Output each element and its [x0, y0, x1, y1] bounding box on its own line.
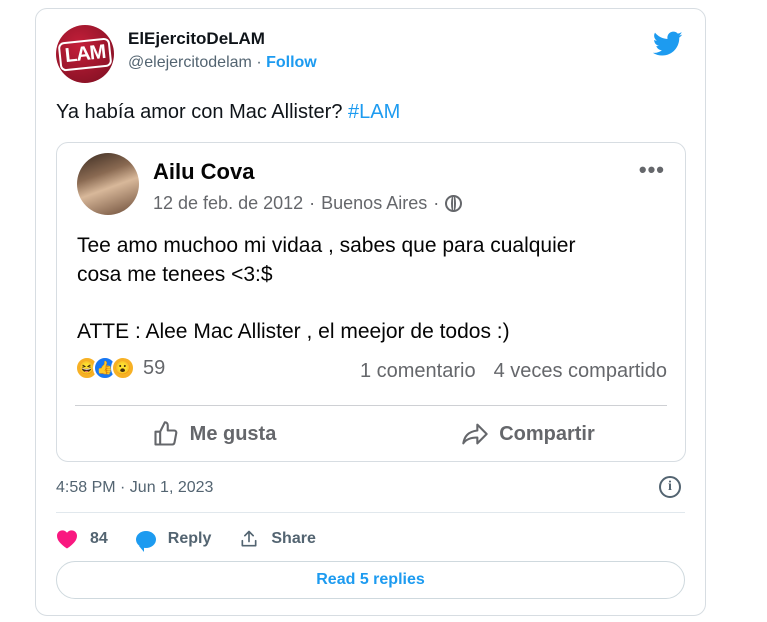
hashtag-link[interactable]: #LAM: [348, 101, 400, 123]
info-icon[interactable]: i: [659, 476, 681, 498]
share-count[interactable]: 4 veces compartido: [494, 360, 667, 383]
tweet-timestamp[interactable]: 4:58 PM · Jun 1, 2023: [56, 479, 213, 497]
author-name[interactable]: ElEjercitoDeLAM: [128, 29, 265, 49]
fb-action-bar: Me gusta Compartir: [57, 405, 685, 463]
fb-post-stats: 1 comentario 4 veces compartido: [360, 360, 667, 383]
like-count: 84: [90, 530, 108, 547]
twitter-bird-icon[interactable]: [653, 31, 683, 57]
wow-icon: 😮: [111, 356, 135, 380]
follow-button[interactable]: Follow: [266, 54, 317, 71]
handle-separator: ·: [256, 54, 262, 71]
divider: [56, 512, 685, 513]
tweet-action-bar: 84 Reply Share: [56, 524, 316, 554]
share-button[interactable]: Share: [239, 529, 316, 549]
meta-separator: ·: [433, 193, 440, 213]
avatar-logo-text: LAM: [57, 36, 113, 72]
embedded-facebook-post: Ailu Cova 12 de feb. de 2012 · Buenos Ai…: [56, 142, 686, 462]
meta-separator: ·: [309, 193, 316, 213]
fb-post-message: Tee amo muchoo mi vidaa , sabes que para…: [77, 234, 576, 286]
reply-bubble-icon: [135, 530, 156, 552]
read-replies-button[interactable]: Read 5 replies: [56, 561, 685, 599]
thumbs-up-icon: [154, 421, 178, 446]
fb-post-body: Tee amo muchoo mi vidaa , sabes que para…: [77, 231, 677, 346]
share-arrow-icon: [462, 423, 488, 445]
globe-icon: [445, 195, 463, 212]
fb-post-date[interactable]: 12 de feb. de 2012: [153, 193, 303, 214]
like-button[interactable]: 84: [56, 529, 108, 549]
fb-post-location: Buenos Aires: [321, 193, 428, 213]
author-handle-line: @elejercitodelam · Follow: [128, 54, 317, 72]
reply-button[interactable]: Reply: [135, 530, 212, 552]
upload-share-icon: [241, 530, 257, 547]
fb-post-meta: 12 de feb. de 2012 · Buenos Aires ·: [153, 193, 463, 214]
author-avatar[interactable]: LAM: [56, 25, 114, 83]
fb-post-signature: ATTE : Alee Mac Allister , el meejor de …: [77, 320, 510, 343]
fb-share-button[interactable]: Compartir: [371, 405, 685, 463]
reply-label: Reply: [167, 530, 212, 547]
fb-like-label: Me gusta: [189, 422, 277, 445]
tweet-body: Ya había amor con Mac Allister?: [56, 101, 348, 123]
fb-reactions[interactable]: 😆 👍 😮 59: [75, 356, 165, 380]
more-options-icon[interactable]: •••: [639, 157, 665, 183]
tweet-card: LAM ElEjercitoDeLAM @elejercitodelam · F…: [35, 8, 706, 616]
fb-like-button[interactable]: Me gusta: [57, 405, 371, 463]
heart-icon: [57, 530, 77, 549]
tweet-header: LAM ElEjercitoDeLAM @elejercitodelam · F…: [56, 23, 685, 83]
fb-author-name[interactable]: Ailu Cova: [153, 159, 254, 185]
author-handle[interactable]: @elejercitodelam: [128, 54, 252, 71]
fb-author-avatar[interactable]: [77, 153, 139, 215]
tweet-text: Ya había amor con Mac Allister? #LAM: [56, 101, 400, 124]
comment-count[interactable]: 1 comentario: [360, 360, 476, 383]
share-label: Share: [271, 530, 316, 547]
fb-share-label: Compartir: [499, 422, 595, 445]
reaction-count: 59: [143, 356, 166, 379]
